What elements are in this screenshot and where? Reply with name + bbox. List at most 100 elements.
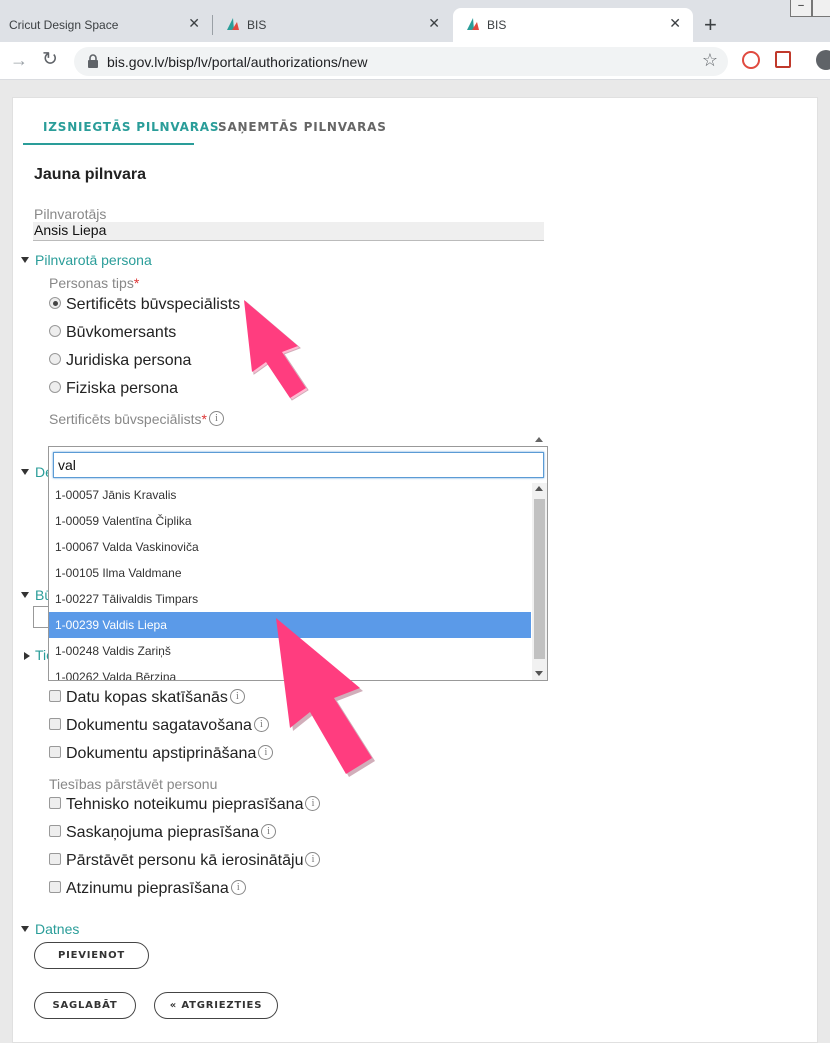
info-icon[interactable]: i xyxy=(261,824,277,839)
caret-down-icon[interactable] xyxy=(21,257,29,263)
back-button[interactable]: « ATGRIEZTIES xyxy=(154,992,278,1019)
browser-tabbar: Cricut Design Space ✕ BIS ✕ BIS ✕ + – xyxy=(0,0,830,42)
info-icon[interactable]: i xyxy=(230,880,246,895)
page-title: Jauna pilnvara xyxy=(34,166,147,183)
browser-tab-bis-active[interactable]: BIS ✕ xyxy=(453,8,693,42)
scroll-up-icon[interactable] xyxy=(535,486,543,491)
address-bar[interactable]: bis.gov.lv/bisp/lv/portal/authorizations… xyxy=(74,47,728,76)
caret-down-icon[interactable] xyxy=(21,469,29,475)
caret-right-icon[interactable] xyxy=(24,652,30,660)
checkbox-label: Datu kopas skatīšanās xyxy=(66,689,228,706)
radio-button[interactable] xyxy=(49,352,61,365)
checkbox[interactable] xyxy=(49,745,61,758)
annotation-arrow-icon xyxy=(244,300,309,401)
tab-label: Cricut Design Space xyxy=(9,18,119,32)
tab-received-authorizations[interactable]: SAŅEMTĀS PILNVARAS xyxy=(218,120,387,134)
info-icon[interactable]: i xyxy=(208,411,224,426)
caret-down-icon[interactable] xyxy=(21,926,29,932)
checkbox-document-approve[interactable]: Dokumentu apstiprināšana i xyxy=(49,745,274,767)
principal-field: Ansis Liepa xyxy=(33,222,544,241)
checkbox-label: Dokumentu sagatavošana xyxy=(66,717,252,734)
browser-tab-cricut[interactable]: Cricut Design Space ✕ xyxy=(0,8,212,42)
checkbox-technical-conditions[interactable]: Tehnisko noteikumu pieprasīšana i xyxy=(49,796,321,818)
profile-avatar[interactable] xyxy=(816,50,830,70)
lock-icon xyxy=(88,54,98,68)
specialist-label-text: Sertificēts būvspeciālists xyxy=(49,411,202,427)
radio-natural-person[interactable]: Fiziska persona xyxy=(49,380,178,402)
reload-icon[interactable]: ↻ xyxy=(42,48,58,71)
dropdown-scrollbar[interactable] xyxy=(532,483,547,680)
dropdown-option[interactable]: 1-00105 Ilma Valdmane xyxy=(49,560,531,586)
dropdown-option[interactable]: 1-00227 Tālivaldis Timpars xyxy=(49,586,531,612)
save-button[interactable]: SAGLABĀT xyxy=(34,992,136,1019)
annotation-arrow-icon xyxy=(276,618,375,777)
window-minimize-button[interactable]: – xyxy=(790,0,812,17)
radio-construction-merchant[interactable]: Būvkomersants xyxy=(49,324,176,346)
checkbox-data-view[interactable]: Datu kopas skatīšanās i xyxy=(49,689,245,711)
section-files[interactable]: Datnes xyxy=(35,921,79,937)
add-file-button[interactable]: PIEVIENOT xyxy=(34,942,149,969)
url-text: bis.gov.lv/bisp/lv/portal/authorizations… xyxy=(107,54,368,70)
scroll-down-icon[interactable] xyxy=(535,671,543,676)
checkbox[interactable] xyxy=(49,717,61,730)
dropdown-option[interactable]: 1-00059 Valentīna Čiplika xyxy=(49,508,531,534)
close-icon[interactable]: ✕ xyxy=(428,15,440,32)
info-icon[interactable]: i xyxy=(305,852,321,867)
new-tab-icon[interactable]: + xyxy=(704,12,717,38)
radio-button[interactable] xyxy=(49,324,61,337)
radio-label: Juridiska persona xyxy=(66,352,192,369)
info-icon[interactable]: i xyxy=(305,796,321,811)
checkbox-label: Saskaņojuma pieprasīšana xyxy=(66,824,260,841)
browser-tab-bis-1[interactable]: BIS ✕ xyxy=(213,8,452,42)
checkbox-label: Dokumentu apstiprināšana xyxy=(66,745,257,762)
represent-label: Tiesības pārstāvēt personu xyxy=(49,776,218,792)
forward-arrow-icon[interactable]: → xyxy=(10,50,28,71)
browser-toolbar: → ↻ bis.gov.lv/bisp/lv/portal/authorizat… xyxy=(0,42,830,80)
dropdown-search-input[interactable]: val xyxy=(53,452,544,478)
bis-favicon-icon xyxy=(467,18,479,30)
section-authorized-person[interactable]: Pilnvarotā persona xyxy=(35,252,152,268)
person-type-label: Personas tips* xyxy=(49,275,139,291)
checkbox[interactable] xyxy=(49,880,61,893)
dropdown-option[interactable]: 1-00067 Valda Vaskinoviča xyxy=(49,534,531,560)
checkbox[interactable] xyxy=(49,824,61,837)
checkbox-document-prep[interactable]: Dokumentu sagatavošana i xyxy=(49,717,269,739)
close-icon[interactable]: ✕ xyxy=(669,15,681,32)
checkbox-label: Tehnisko noteikumu pieprasīšana xyxy=(66,796,304,813)
principal-label: Pilnvarotājs xyxy=(34,206,107,222)
radio-button[interactable] xyxy=(49,296,61,309)
window-maximize-button[interactable] xyxy=(812,0,830,17)
close-icon[interactable]: ✕ xyxy=(188,15,200,32)
info-icon[interactable]: i xyxy=(253,717,269,732)
specialist-label: Sertificēts būvspeciālists* i xyxy=(49,411,224,427)
checkbox[interactable] xyxy=(49,852,61,865)
checkbox-opinion-request[interactable]: Atzinumu pieprasīšana i xyxy=(49,880,246,902)
checkbox[interactable] xyxy=(49,689,61,702)
scrollbar-thumb[interactable] xyxy=(534,499,545,659)
star-icon[interactable]: ☆ xyxy=(702,50,718,71)
dropdown-option[interactable]: 1-00057 Jānis Kravalis xyxy=(49,482,531,508)
radio-button[interactable] xyxy=(49,380,61,393)
radio-label: Būvkomersants xyxy=(66,324,177,341)
tab-label: BIS xyxy=(487,18,507,32)
active-tab-indicator xyxy=(23,143,194,145)
tab-issued-authorizations[interactable]: IZSNIEGTĀS PILNVARAS xyxy=(43,120,219,134)
info-icon[interactable]: i xyxy=(229,689,245,704)
required-mark: * xyxy=(133,275,140,291)
bis-favicon-icon xyxy=(227,18,239,30)
radio-label: Sertificēts būvspeciālists xyxy=(66,296,241,313)
caret-down-icon[interactable] xyxy=(21,592,29,598)
extension-icon[interactable] xyxy=(742,51,760,69)
radio-legal-person[interactable]: Juridiska persona xyxy=(49,352,191,374)
radio-label: Fiziska persona xyxy=(66,380,179,397)
chevron-up-icon[interactable] xyxy=(535,437,543,442)
checkbox-label: Pārstāvēt personu kā ierosinātāju xyxy=(66,852,304,869)
pocket-extension-icon[interactable] xyxy=(775,51,791,68)
radio-certified-specialist[interactable]: Sertificēts būvspeciālists xyxy=(49,296,240,318)
tab-label: BIS xyxy=(247,18,267,32)
checkbox-represent-initiator[interactable]: Pārstāvēt personu kā ierosinātāju i xyxy=(49,852,321,874)
person-type-label-text: Personas tips xyxy=(49,275,134,291)
checkbox[interactable] xyxy=(49,796,61,809)
checkbox-label: Atzinumu pieprasīšana xyxy=(66,880,229,897)
checkbox-coordination-request[interactable]: Saskaņojuma pieprasīšana i xyxy=(49,824,277,846)
